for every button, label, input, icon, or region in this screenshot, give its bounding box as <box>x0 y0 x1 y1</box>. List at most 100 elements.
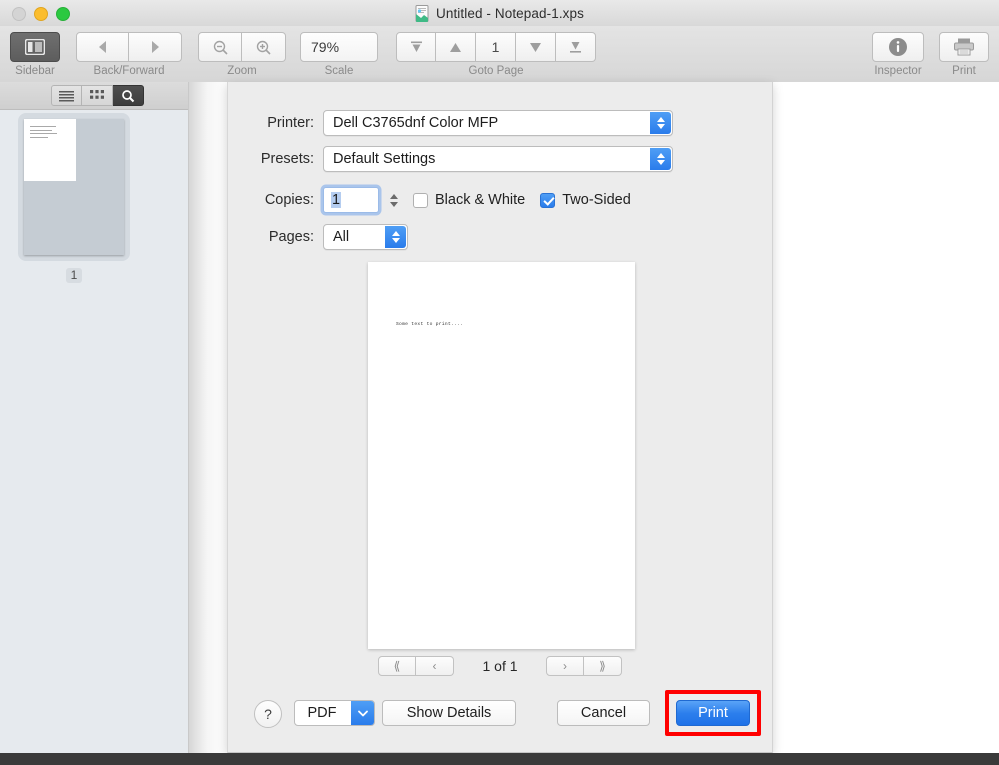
preview-page-indicator: 1 of 1 <box>454 658 546 674</box>
toolbar-group-scale: 79% Scale <box>300 32 378 77</box>
inspector-button[interactable] <box>872 32 924 62</box>
search-icon <box>121 89 135 103</box>
thumbnail-sidebar: 1 <box>0 82 189 765</box>
window-titlebar: Untitled - Notepad-1.xps <box>0 0 999 27</box>
toolbar-label-print: Print <box>952 65 976 77</box>
toolbar-group-sidebar: Sidebar <box>10 32 60 77</box>
pdf-menu-button[interactable]: PDF <box>294 700 375 726</box>
chevron-updown-icon <box>650 148 671 170</box>
window-bottom-bar <box>0 753 999 765</box>
toolbar-label-zoom: Zoom <box>227 65 256 77</box>
print-button[interactable]: Print <box>676 700 750 726</box>
checkbox-box-icon <box>413 193 428 208</box>
copies-label: Copies: <box>228 192 314 208</box>
print-preview-page: Some text to print.... <box>368 262 635 649</box>
first-page-icon <box>409 40 424 55</box>
pages-value: All <box>333 229 349 245</box>
back-button[interactable] <box>76 32 129 62</box>
pages-label: Pages: <box>228 229 314 245</box>
xps-document-icon <box>415 5 430 22</box>
pages-select[interactable]: All <box>323 224 408 250</box>
toolbar-label-sidebar: Sidebar <box>15 65 55 77</box>
thumbnail-selection <box>18 113 130 261</box>
presets-label: Presets: <box>228 151 314 167</box>
black-and-white-label: Black & White <box>435 192 525 208</box>
toolbar-label-back-forward: Back/Forward <box>94 65 165 77</box>
copies-row: Copies: 1 Black & White Two-Sided <box>228 187 631 213</box>
sidebar-grid-view-button[interactable] <box>82 85 113 106</box>
presets-row: Presets: Default Settings <box>228 146 673 172</box>
grid-view-icon <box>90 90 104 101</box>
print-dialog-button-row: ? PDF Show Details Cancel Print <box>228 698 772 732</box>
printer-icon <box>953 37 975 57</box>
presets-value: Default Settings <box>333 151 435 167</box>
scale-input[interactable]: 79% <box>300 32 378 62</box>
zoom-out-button[interactable] <box>198 32 242 62</box>
chevron-updown-icon <box>650 112 671 134</box>
stepper-down-icon <box>390 202 398 207</box>
info-circle-icon <box>888 37 908 57</box>
preview-previous-page-button[interactable]: ‹ <box>416 656 454 676</box>
preview-page-navigation: ⟪ ‹ 1 of 1 › ⟫ <box>228 656 772 676</box>
preview-last-page-button[interactable]: ⟫ <box>584 656 622 676</box>
black-and-white-checkbox[interactable]: Black & White <box>413 192 525 208</box>
stepper-up-icon <box>390 194 398 199</box>
toolbar-group-inspector: Inspector <box>872 32 924 77</box>
next-page-button[interactable] <box>516 32 556 62</box>
zoom-out-icon <box>212 39 229 56</box>
previous-page-button[interactable] <box>436 32 476 62</box>
next-page-icon <box>528 40 543 55</box>
toolbar-group-zoom: Zoom <box>198 32 286 77</box>
printer-row: Printer: Dell C3765dnf Color MFP <box>228 110 673 136</box>
zoom-in-button[interactable] <box>242 32 286 62</box>
list-view-icon <box>59 90 74 102</box>
presets-select[interactable]: Default Settings <box>323 146 673 172</box>
thumbnail-page-number: 1 <box>66 268 83 283</box>
printer-select[interactable]: Dell C3765dnf Color MFP <box>323 110 673 136</box>
sidebar-view-segmented-control <box>51 85 144 106</box>
sidebar-icon <box>25 39 45 55</box>
two-sided-checkbox[interactable]: Two-Sided <box>540 192 631 208</box>
last-page-icon <box>568 40 583 55</box>
chevron-updown-icon <box>385 226 406 248</box>
copies-stepper[interactable] <box>386 187 401 213</box>
last-page-button[interactable] <box>556 32 596 62</box>
preview-nav-forward-group: › ⟫ <box>546 656 622 676</box>
show-details-button[interactable]: Show Details <box>382 700 516 726</box>
sidebar-view-toolbar <box>0 82 188 110</box>
thumbnail-text-lines <box>30 126 57 140</box>
goto-page-number[interactable]: 1 <box>476 32 516 62</box>
preview-next-page-button[interactable]: › <box>546 656 584 676</box>
chevron-down-icon <box>351 701 374 725</box>
toolbar-label-goto-page: Goto Page <box>469 65 524 77</box>
preview-first-page-button[interactable]: ⟪ <box>378 656 416 676</box>
printer-value: Dell C3765dnf Color MFP <box>333 115 498 131</box>
help-button[interactable]: ? <box>254 700 282 728</box>
printer-label: Printer: <box>228 115 314 131</box>
application-window: Untitled - Notepad-1.xps Sidebar <box>0 0 999 765</box>
sidebar-list-view-button[interactable] <box>51 85 82 106</box>
previous-page-icon <box>448 40 463 55</box>
copies-input[interactable]: 1 <box>323 187 379 213</box>
cancel-button[interactable]: Cancel <box>557 700 650 726</box>
sidebar-thumbnail-item[interactable]: 1 <box>18 113 130 283</box>
forward-arrow-icon <box>147 39 163 55</box>
back-arrow-icon <box>95 39 111 55</box>
checkbox-checked-icon <box>540 193 555 208</box>
copies-value: 1 <box>331 192 341 208</box>
toolbar-group-print: Print <box>939 32 989 77</box>
zoom-in-icon <box>255 39 272 56</box>
window-title: Untitled - Notepad-1.xps <box>436 6 584 21</box>
forward-button[interactable] <box>129 32 182 62</box>
first-page-button[interactable] <box>396 32 436 62</box>
document-left-shading <box>189 82 229 765</box>
thumbnail-page-preview <box>24 119 124 255</box>
toolbar-group-back-forward: Back/Forward <box>76 32 182 77</box>
sidebar-toggle-button[interactable] <box>10 32 60 62</box>
print-preview-text: Some text to print.... <box>396 322 463 327</box>
toolbar-print-button[interactable] <box>939 32 989 62</box>
window-title-area: Untitled - Notepad-1.xps <box>0 0 999 26</box>
sidebar-search-button[interactable] <box>113 85 144 106</box>
toolbar-label-inspector: Inspector <box>874 65 921 77</box>
print-dialog-sheet: Printer: Dell C3765dnf Color MFP Presets… <box>227 82 773 753</box>
